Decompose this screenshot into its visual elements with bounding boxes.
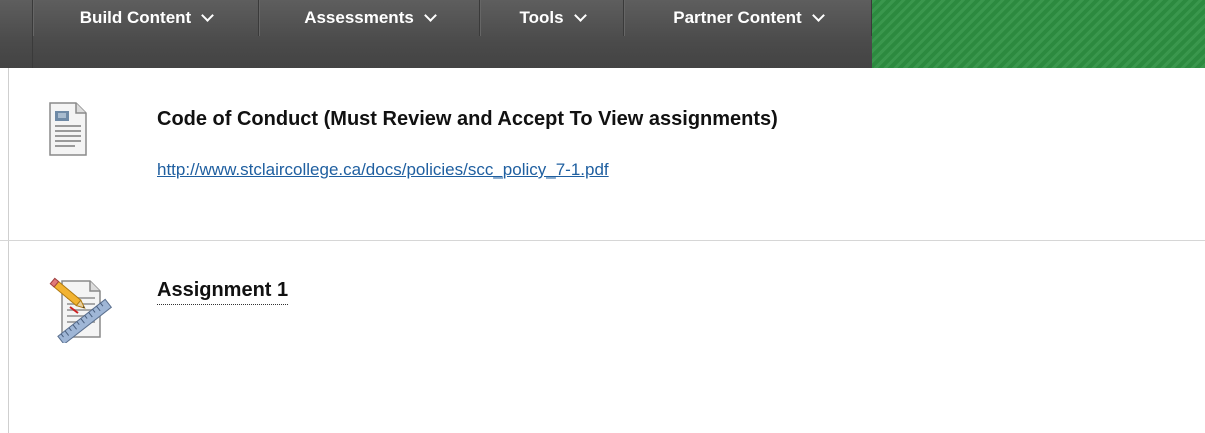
toolbar-accent-bar <box>872 0 1205 68</box>
build-content-menu[interactable]: Build Content <box>33 0 259 36</box>
assessments-menu[interactable]: Assessments <box>259 0 480 36</box>
content-item-code-of-conduct: Code of Conduct (Must Review and Accept … <box>0 68 1205 241</box>
item-title: Code of Conduct (Must Review and Accept … <box>157 108 778 130</box>
partner-content-label: Partner Content <box>673 8 802 27</box>
course-toolbar: Build Content Assessments Tools Partner … <box>0 0 1205 68</box>
tools-menu[interactable]: Tools <box>480 0 624 36</box>
chevron-down-icon <box>811 8 825 22</box>
chevron-down-icon <box>573 8 587 22</box>
assignment-icon <box>48 277 120 348</box>
chevron-down-icon <box>201 8 215 22</box>
tools-label: Tools <box>519 8 564 27</box>
partner-content-menu[interactable]: Partner Content <box>624 0 872 36</box>
policy-pdf-link[interactable]: http://www.stclaircollege.ca/docs/polici… <box>157 160 609 180</box>
build-content-label: Build Content <box>79 8 192 27</box>
toolbar-spacer <box>0 0 33 68</box>
content-item-assignment-1: Assignment 1 <box>0 241 1205 433</box>
assessments-label: Assessments <box>304 8 414 27</box>
document-icon <box>48 101 88 162</box>
assignment-1-link[interactable]: Assignment 1 <box>157 279 289 305</box>
chevron-down-icon <box>423 8 437 22</box>
